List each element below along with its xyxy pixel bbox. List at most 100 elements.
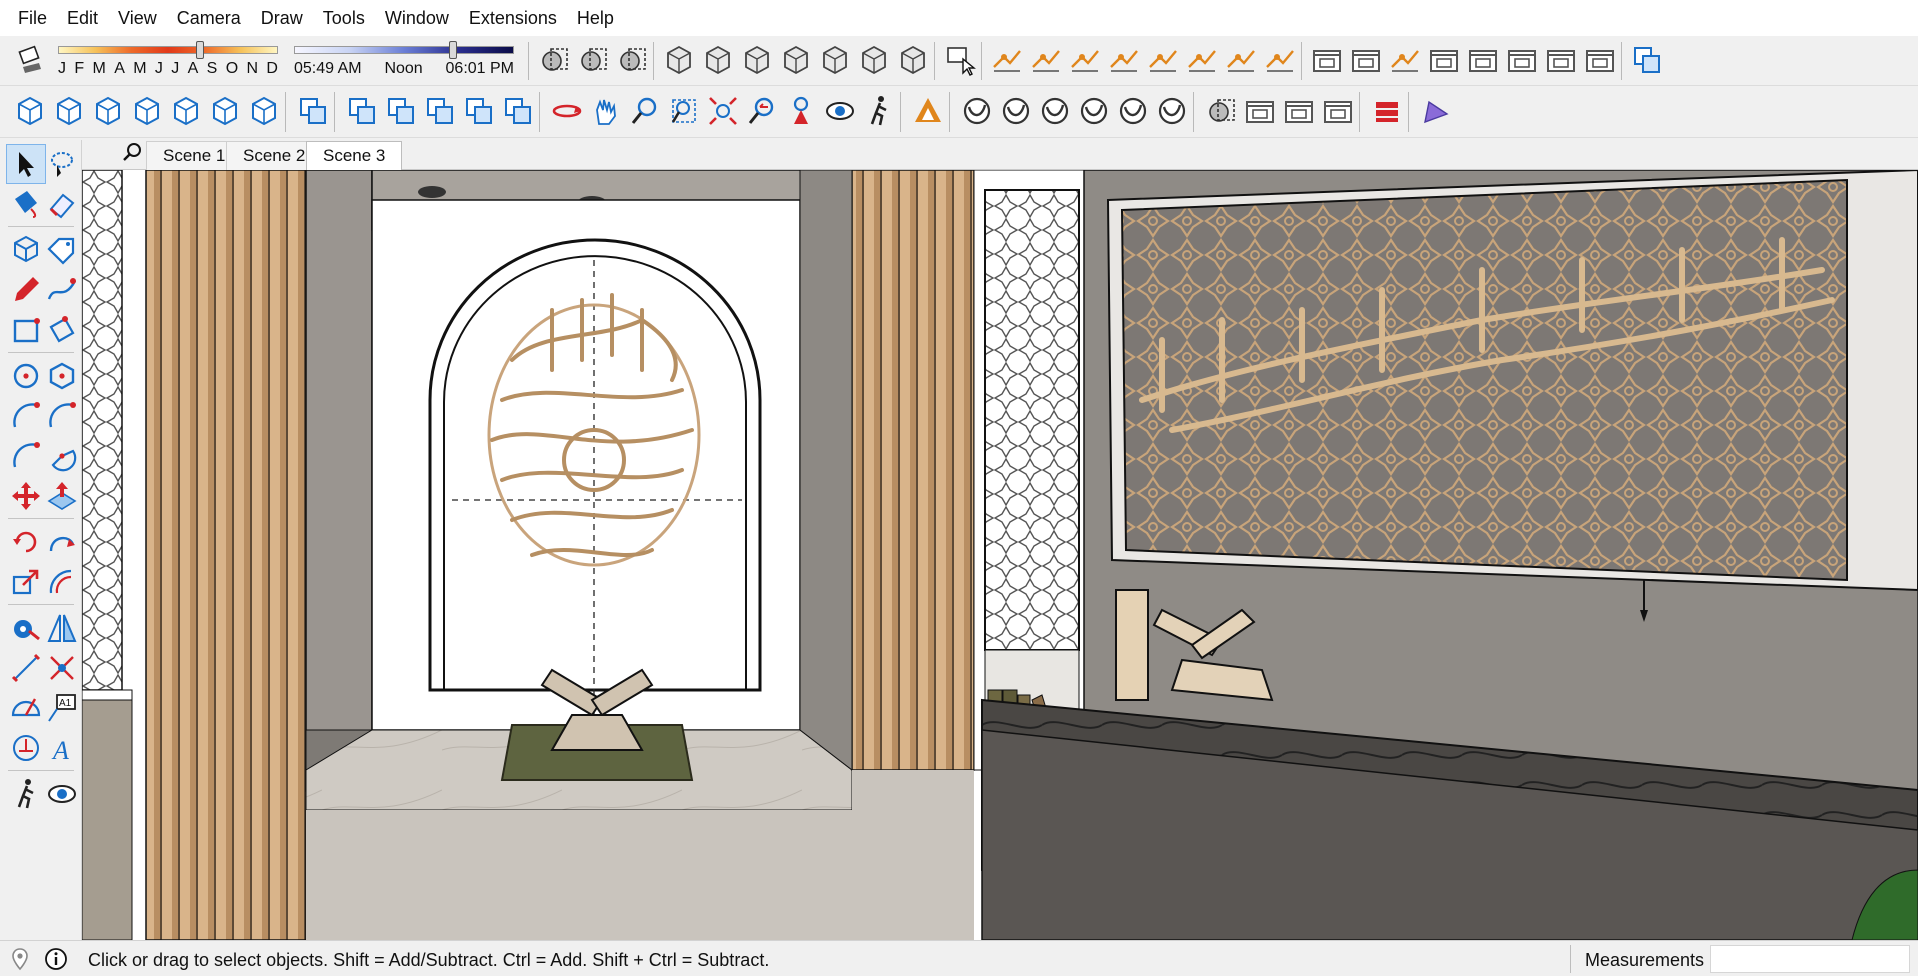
smoove-icon[interactable] [1065,40,1105,80]
warehouse-icon[interactable] [1580,40,1620,80]
shaded-icon[interactable] [815,40,855,80]
follow-me-icon[interactable] [42,522,82,562]
zoom-extents-icon[interactable] [703,91,743,131]
menu-view[interactable]: View [108,8,167,29]
display-section-planes-icon[interactable] [573,40,613,80]
shaded-with-textures-icon[interactable] [854,40,894,80]
stamp-icon[interactable] [1104,40,1144,80]
interact-icon[interactable] [940,40,980,80]
previous-view-icon[interactable] [742,91,782,131]
paint-bucket-icon[interactable] [6,184,46,224]
drape-icon[interactable] [1143,40,1183,80]
shadow-time-slider[interactable]: 05:49 AM Noon 06:01 PM [294,38,514,80]
preview-in-earth-icon[interactable] [1463,40,1503,80]
lock-icon[interactable] [1318,91,1358,131]
xray-icon[interactable] [659,40,699,80]
photo-match-icon[interactable] [1279,91,1319,131]
monochrome-icon[interactable] [893,40,933,80]
flip-edge-icon[interactable] [1221,40,1261,80]
subtract-icon[interactable] [420,91,460,131]
hide-edges-icon[interactable] [1260,40,1300,80]
mirror-icon[interactable] [42,608,82,648]
look-around-icon[interactable] [820,91,860,131]
circle-icon[interactable] [6,356,46,396]
freehand-icon[interactable] [42,270,82,310]
axes-icon[interactable] [6,728,46,768]
outer-shell-icon[interactable] [1627,40,1667,80]
photo-textures-icon[interactable] [1424,40,1464,80]
add-detail-icon[interactable] [1182,40,1222,80]
section-icon[interactable] [42,648,82,688]
select-icon[interactable] [6,144,46,184]
pan-icon[interactable] [586,91,626,131]
extension-warehouse-icon[interactable] [1035,91,1075,131]
offset-icon[interactable] [42,562,82,602]
top-view-icon[interactable] [49,91,89,131]
move-icon[interactable] [6,476,46,516]
two-point-arc-icon[interactable] [42,396,82,436]
scene-tab-3[interactable]: Scene 3 [306,141,403,170]
position-camera-icon[interactable] [781,91,821,131]
eraser-icon[interactable] [42,184,82,224]
rotate-3d-icon[interactable] [1152,91,1192,131]
rectangle-icon[interactable] [6,310,46,350]
time-slider-thumb[interactable] [448,41,457,59]
display-section-cuts-icon[interactable] [612,40,652,80]
menu-extensions[interactable]: Extensions [459,8,567,29]
menu-edit[interactable]: Edit [57,8,108,29]
right-view-icon[interactable] [127,91,167,131]
menu-window[interactable]: Window [375,8,459,29]
camera-match-icon[interactable] [1240,91,1280,131]
profile-icon[interactable] [1416,91,1456,131]
walk-icon[interactable] [859,91,899,131]
protractor-icon[interactable] [6,688,46,728]
back-edges-icon[interactable] [698,40,738,80]
rotate-icon[interactable] [6,522,46,562]
menu-tools[interactable]: Tools [313,8,375,29]
instructor-info-icon[interactable] [44,947,68,971]
arc-icon[interactable] [6,396,46,436]
soften-icon[interactable] [1113,91,1153,131]
ruby-console-icon[interactable] [1367,91,1407,131]
left-view-icon[interactable] [205,91,245,131]
outer-shell-tool-icon[interactable] [293,91,333,131]
union-icon[interactable] [381,91,421,131]
split-icon[interactable] [498,91,538,131]
dimension-icon[interactable] [6,648,46,688]
layout-icon[interactable] [908,91,948,131]
zoom-window-icon[interactable] [664,91,704,131]
orbit-icon[interactable] [547,91,587,131]
zoom-icon[interactable] [625,91,665,131]
section-display-icon[interactable] [1201,91,1241,131]
bottom-view-icon[interactable] [244,91,284,131]
shadows-toggle-icon[interactable] [10,40,50,80]
add-location-icon[interactable] [1346,40,1386,80]
intersect-icon[interactable] [342,91,382,131]
sandbox-from-scratch-icon[interactable] [1026,40,1066,80]
look-icon[interactable] [42,774,82,814]
tape-measure-icon[interactable] [6,608,46,648]
menu-camera[interactable]: Camera [167,8,251,29]
wireframe-icon[interactable] [737,40,777,80]
push-pull-icon[interactable] [42,476,82,516]
back-view-icon[interactable] [166,91,206,131]
get-models-icon[interactable] [1502,40,1542,80]
shadow-month-slider[interactable]: JFMAMJJASOND [58,38,278,80]
pie-icon[interactable] [42,436,82,476]
extension-manager-icon[interactable] [1074,91,1114,131]
trim-icon[interactable] [459,91,499,131]
style-builder-icon[interactable] [957,91,997,131]
scene-search-icon[interactable] [120,141,144,165]
hidden-line-icon[interactable] [776,40,816,80]
menu-help[interactable]: Help [567,8,624,29]
three-point-arc-icon[interactable] [6,436,46,476]
model-viewport[interactable] [82,170,1918,940]
3d-text-icon[interactable]: A [42,728,82,768]
iso-view-icon[interactable] [10,91,50,131]
front-view-icon[interactable] [88,91,128,131]
toggle-terrain-icon[interactable] [1385,40,1425,80]
menu-file[interactable]: File [8,8,57,29]
styles-icon[interactable] [996,91,1036,131]
polygon-icon[interactable] [42,356,82,396]
section-plane-icon[interactable] [534,40,574,80]
